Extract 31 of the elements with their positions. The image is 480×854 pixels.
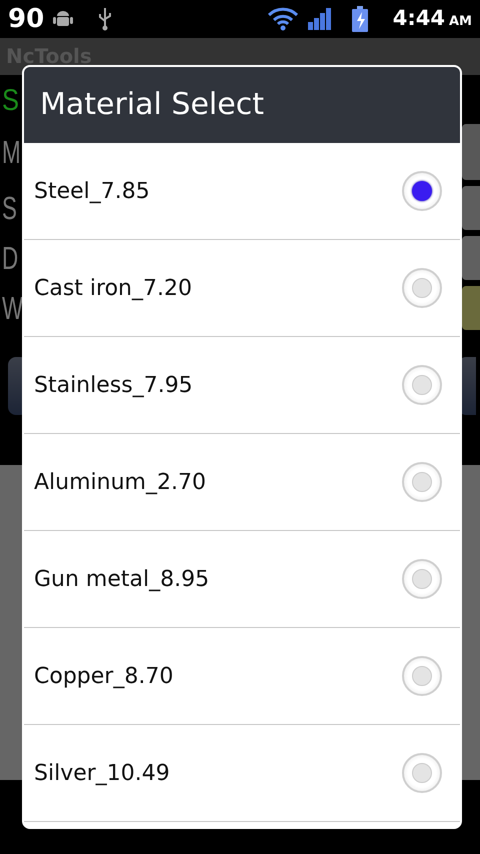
clock-meridiem: AM xyxy=(449,13,472,32)
wifi-icon xyxy=(266,7,299,31)
option-label: Copper_8.70 xyxy=(34,662,174,690)
battery-charging-icon xyxy=(350,6,369,32)
radio-button[interactable] xyxy=(402,656,442,696)
input-field[interactable] xyxy=(462,124,480,180)
input-field[interactable] xyxy=(462,286,480,330)
clock-time: 4:44 xyxy=(392,5,445,32)
field-label: M xyxy=(2,136,21,168)
radio-button[interactable] xyxy=(402,268,442,308)
option-label: Cast iron_7.20 xyxy=(34,274,192,302)
radio-button[interactable] xyxy=(402,171,442,211)
option-label: Stainless_7.95 xyxy=(34,372,193,400)
signal-icon xyxy=(306,8,333,30)
option-label: Aluminum_2.70 xyxy=(34,468,206,496)
robot-icon xyxy=(52,9,74,29)
radio-button[interactable] xyxy=(402,753,442,793)
option-label: Steel_7.85 xyxy=(34,178,150,206)
field-label: W xyxy=(2,292,24,324)
option-label: Silver_10.49 xyxy=(34,760,170,788)
dialog-title: Material Select xyxy=(24,67,460,143)
input-field[interactable] xyxy=(462,236,480,280)
radio-button[interactable] xyxy=(402,365,442,405)
input-field[interactable] xyxy=(462,186,480,230)
notification-count: 90 xyxy=(8,6,44,32)
field-label: D xyxy=(2,242,18,274)
field-label: S xyxy=(2,192,17,224)
section-heading: S xyxy=(2,83,20,119)
radio-button[interactable] xyxy=(402,559,442,599)
radio-button[interactable] xyxy=(402,462,442,502)
option-label: Gun metal_8.95 xyxy=(34,566,210,594)
